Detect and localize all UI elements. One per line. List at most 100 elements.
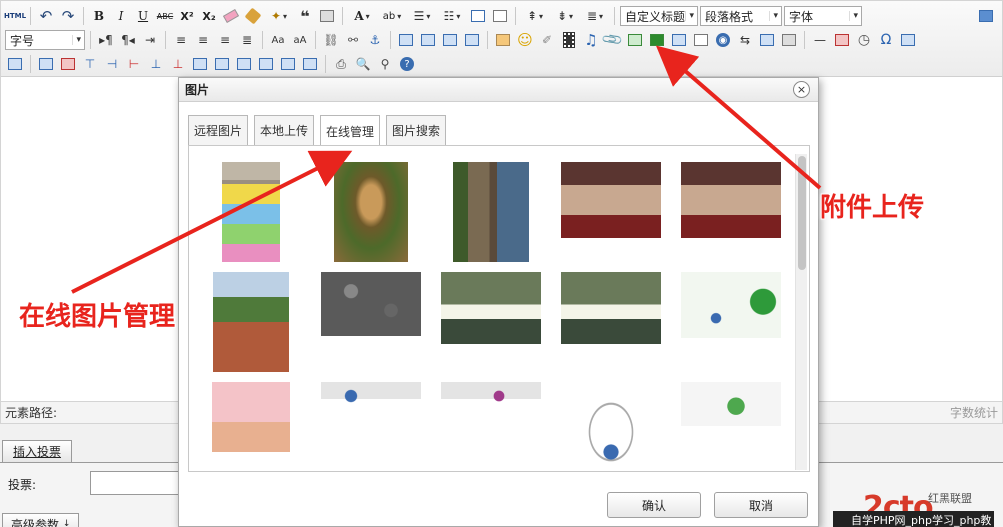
confirm-button[interactable]: 确认: [607, 492, 701, 518]
merge-down-icon[interactable]: [234, 54, 254, 74]
help-icon[interactable]: ?: [397, 54, 417, 74]
lowercase-icon[interactable]: aA: [290, 30, 310, 50]
insert-col-icon[interactable]: ⊥: [146, 54, 166, 74]
scrollbar[interactable]: [795, 154, 807, 470]
merge-right-icon[interactable]: [212, 54, 232, 74]
thumb-holding-hands[interactable]: [201, 382, 301, 471]
strikethrough-button[interactable]: ABC: [155, 6, 175, 26]
special-char-icon[interactable]: Ω: [876, 30, 896, 50]
horizontal-rule-icon[interactable]: —: [810, 30, 830, 50]
image-left-icon[interactable]: [418, 30, 438, 50]
background-icon[interactable]: [779, 30, 799, 50]
scrawl-icon[interactable]: ✐: [537, 30, 557, 50]
thumb-bracelet-blue[interactable]: [321, 382, 421, 471]
fullscreen-icon[interactable]: [976, 6, 996, 26]
paragraph-format-select[interactable]: 段落格式 ▾: [700, 6, 782, 26]
bold-button[interactable]: B: [89, 6, 109, 26]
attachment-icon[interactable]: 📎: [599, 26, 627, 54]
insert-frame-icon[interactable]: [669, 30, 689, 50]
tab-local-upload[interactable]: 本地上传: [254, 115, 315, 145]
thumb-bracelet-green[interactable]: [681, 382, 781, 471]
insert-vote-tab[interactable]: 插入投票: [2, 440, 73, 462]
background-color-button[interactable]: ab: [378, 6, 406, 26]
redo-button[interactable]: ↷: [58, 6, 78, 26]
date-icon[interactable]: [832, 30, 852, 50]
align-justify-icon[interactable]: ≣: [237, 30, 257, 50]
vote-input[interactable]: [90, 471, 182, 495]
paste-plain-icon[interactable]: [317, 6, 337, 26]
undo-button[interactable]: ↶: [36, 6, 56, 26]
word-image-icon[interactable]: [5, 54, 25, 74]
delete-col-icon[interactable]: ⊥: [168, 54, 188, 74]
thumb-eggs-aerial-1[interactable]: [441, 272, 541, 372]
tab-remote-image[interactable]: 远程图片: [188, 115, 249, 145]
split-cells-icon[interactable]: [256, 54, 276, 74]
eraser-icon[interactable]: [221, 6, 241, 26]
magic-wand-icon[interactable]: ✦: [265, 6, 293, 26]
insert-paragraph-before-table-icon[interactable]: ⊤: [80, 54, 100, 74]
search-replace-icon[interactable]: ⚲: [375, 54, 395, 74]
clear-doc-icon[interactable]: [490, 6, 510, 26]
font-family-select[interactable]: 字体 ▾: [784, 6, 862, 26]
cancel-button[interactable]: 取消: [714, 492, 808, 518]
uppercase-icon[interactable]: Aa: [268, 30, 288, 50]
preview-icon[interactable]: 🔍: [353, 54, 373, 74]
merge-cells-icon[interactable]: [190, 54, 210, 74]
close-icon[interactable]: ×: [793, 81, 810, 98]
thumb-bracelet-blue-2[interactable]: [561, 382, 661, 471]
template-icon[interactable]: [757, 30, 777, 50]
print-icon[interactable]: ⎙: [331, 54, 351, 74]
page-break-icon[interactable]: ⇆: [735, 30, 755, 50]
ltr-icon[interactable]: ▸¶: [96, 30, 116, 50]
thumb-wood-carving[interactable]: [321, 162, 421, 262]
unordered-list-button[interactable]: ☷: [438, 6, 466, 26]
snapscreen-icon[interactable]: [898, 30, 918, 50]
select-all-icon[interactable]: [468, 6, 488, 26]
superscript-button[interactable]: X²: [177, 6, 197, 26]
insert-video-icon[interactable]: [559, 30, 579, 50]
music-icon[interactable]: ♫: [581, 30, 601, 50]
indent-icon[interactable]: ⇥: [140, 30, 160, 50]
web-app-icon[interactable]: ◉: [713, 30, 733, 50]
subscript-button[interactable]: X₂: [199, 6, 219, 26]
align-left-icon[interactable]: ≡: [171, 30, 191, 50]
thumb-eggs-aerial-2[interactable]: [561, 272, 661, 372]
split-rows-icon[interactable]: [278, 54, 298, 74]
tab-image-search[interactable]: 图片搜索: [386, 115, 447, 145]
image-center-icon[interactable]: [462, 30, 482, 50]
image-right-icon[interactable]: [440, 30, 460, 50]
thumb-pebbles[interactable]: [321, 272, 421, 372]
anchor-icon[interactable]: ⚓: [365, 30, 385, 50]
delete-row-icon[interactable]: ⊢: [124, 54, 144, 74]
image-none-icon[interactable]: [396, 30, 416, 50]
thumb-cats-stack[interactable]: [201, 162, 301, 262]
split-cols-icon[interactable]: [300, 54, 320, 74]
thumb-room-2[interactable]: [681, 162, 781, 262]
time-icon[interactable]: ◷: [854, 30, 874, 50]
emotion-icon[interactable]: ☺: [515, 30, 535, 50]
advanced-params-button[interactable]: 高级参数 ↓: [2, 513, 80, 527]
custom-heading-select[interactable]: 自定义标题 ▾: [620, 6, 698, 26]
thumb-pine-tree[interactable]: [201, 272, 301, 372]
thumb-tree-trunk[interactable]: [441, 162, 541, 262]
scrollbar-thumb[interactable]: [798, 156, 806, 270]
tab-online-manage[interactable]: 在线管理: [320, 115, 381, 146]
rtl-icon[interactable]: ¶◂: [118, 30, 138, 50]
dialog-titlebar[interactable]: 图片: [179, 78, 818, 102]
font-size-select[interactable]: 字号 ▾: [5, 30, 85, 50]
delete-table-icon[interactable]: [58, 54, 78, 74]
thumb-bracelet-clover[interactable]: [681, 272, 781, 372]
html-source-button[interactable]: HTML: [4, 6, 26, 26]
insert-table-icon[interactable]: [36, 54, 56, 74]
line-height-button[interactable]: ≣: [581, 6, 609, 26]
insert-image-icon[interactable]: [493, 30, 513, 50]
unlink-icon[interactable]: ⚯: [343, 30, 363, 50]
row-spacing-top-button[interactable]: ⇞: [521, 6, 549, 26]
italic-button[interactable]: I: [111, 6, 131, 26]
map-icon[interactable]: [625, 30, 645, 50]
blockquote-button[interactable]: ❝: [295, 6, 315, 26]
row-spacing-bottom-button[interactable]: ⇟: [551, 6, 579, 26]
thumb-bracelet-purple[interactable]: [441, 382, 541, 471]
font-color-button[interactable]: A: [348, 6, 376, 26]
align-right-icon[interactable]: ≡: [215, 30, 235, 50]
